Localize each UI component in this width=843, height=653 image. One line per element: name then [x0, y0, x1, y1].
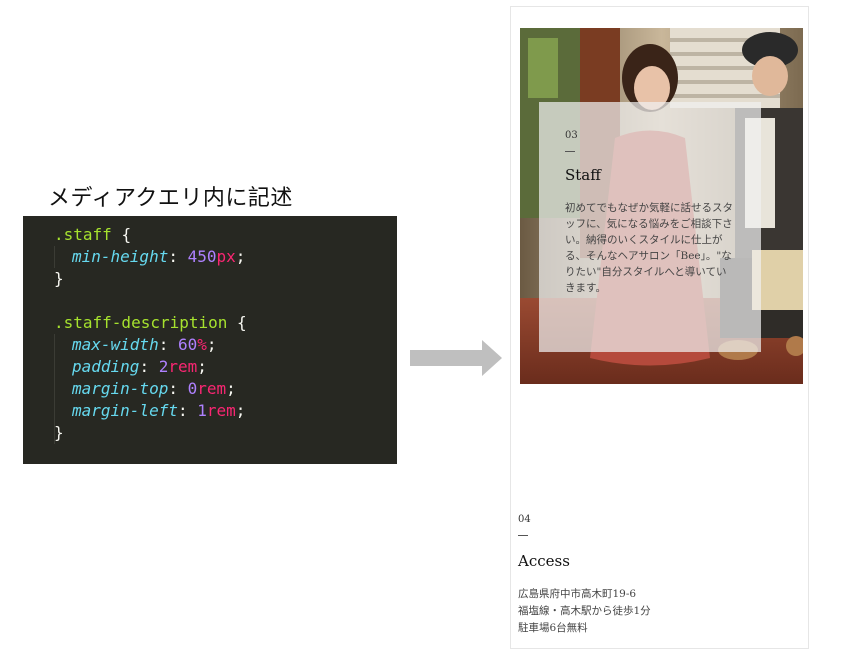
css-number: 60: [177, 335, 198, 354]
section-title: Access: [518, 552, 570, 570]
divider: [518, 535, 528, 536]
css-unit: rem: [168, 357, 198, 376]
brace: {: [121, 225, 132, 244]
code-line: padding: 2rem;: [72, 357, 207, 376]
css-unit: rem: [206, 401, 236, 420]
parking-line: 駐車場6台無料: [518, 622, 588, 634]
brace: }: [54, 269, 64, 288]
code-editor-panel: .staff { min-height: 450px; } .staff-des…: [23, 216, 397, 464]
caption-heading: メディアクエリ内に記述: [48, 186, 293, 211]
address-line: 広島県府中市高木町19-6: [518, 588, 637, 600]
code-line: margin-left: 1rem;: [72, 401, 246, 420]
access-section: 04 Access 広島県府中市高木町19-6 福塩線・高木駅から徒歩1分 駐車…: [518, 514, 798, 637]
css-number: 0: [187, 379, 198, 398]
code-line: margin-top: 0rem;: [72, 379, 236, 398]
css-property: padding: [72, 357, 140, 376]
code-line: .staff {: [23, 224, 397, 246]
css-unit: %: [197, 335, 207, 354]
section-number: 04: [518, 514, 531, 525]
staff-description-card: 03 Staff 初めてでもなぜか気軽に話せるスタッフに、気になる悩みをご相談下…: [539, 102, 761, 352]
css-unit: px: [216, 247, 236, 266]
staff-description-text: 初めてでもなぜか気軽に話せるスタッフに、気になる悩みをご相談下さい。納得のいくス…: [565, 202, 733, 294]
css-selector: .staff: [54, 225, 112, 244]
section-number: 03: [565, 130, 578, 141]
brace: }: [54, 423, 64, 442]
css-property: margin-top: [72, 379, 169, 398]
code-line: max-width: 60%;: [72, 335, 217, 354]
css-number: 450: [187, 247, 217, 266]
code-line: }: [23, 422, 397, 444]
code-line: }: [23, 268, 397, 290]
divider: [565, 151, 575, 152]
css-property: max-width: [72, 335, 159, 354]
css-selector: .staff-description: [54, 313, 228, 332]
code-line: min-height: 450px;: [72, 247, 246, 266]
directions-line: 福塩線・高木駅から徒歩1分: [518, 605, 651, 617]
mobile-preview: 03 Staff 初めてでもなぜか気軽に話せるスタッフに、気になる悩みをご相談下…: [510, 6, 809, 649]
section-title: Staff: [565, 166, 601, 184]
access-info: 広島県府中市高木町19-6 福塩線・高木駅から徒歩1分 駐車場6台無料: [518, 586, 798, 637]
css-property: margin-left: [72, 401, 178, 420]
code-line: .staff-description {: [23, 312, 397, 334]
css-number: 2: [158, 357, 169, 376]
arrow-right-icon: [410, 340, 502, 376]
brace: {: [237, 313, 247, 332]
staff-photo: 03 Staff 初めてでもなぜか気軽に話せるスタッフに、気になる悩みをご相談下…: [520, 28, 803, 384]
css-property: min-height: [72, 247, 169, 266]
css-unit: rem: [197, 379, 227, 398]
css-number: 1: [197, 401, 207, 420]
